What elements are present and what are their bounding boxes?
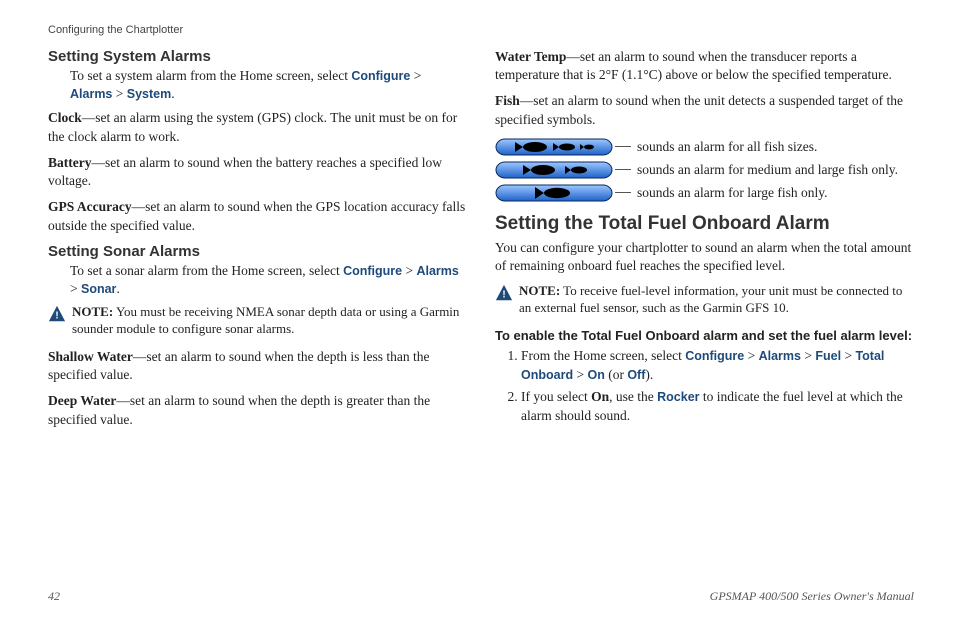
note-text: You must be receiving NMEA sonar depth d… xyxy=(72,304,459,336)
clock-item: Clock—set an alarm using the system (GPS… xyxy=(48,109,467,145)
sonar-alarms-intro: To set a sonar alarm from the Home scree… xyxy=(70,262,467,298)
svg-text:!: ! xyxy=(55,311,58,322)
fish-icon-ml xyxy=(495,160,613,180)
fish-all-label: sounds an alarm for all fish sizes. xyxy=(637,139,817,155)
fish-row-all: sounds an alarm for all fish sizes. xyxy=(495,137,914,157)
note-label: NOTE: xyxy=(72,304,113,319)
fish-term: Fish xyxy=(495,93,520,108)
page-number: 42 xyxy=(48,589,60,604)
battery-desc: —set an alarm to sound when the battery … xyxy=(48,155,442,188)
heading-fuel-alarm: Setting the Total Fuel Onboard Alarm xyxy=(495,213,914,235)
fish-item: Fish—set an alarm to sound when the unit… xyxy=(495,92,914,128)
path-fuel: Fuel xyxy=(815,349,841,363)
step2-a: If you select xyxy=(521,389,591,404)
step2-on: On xyxy=(591,389,609,404)
fish-desc: —set an alarm to sound when the unit det… xyxy=(495,93,903,126)
fish-ml-label: sounds an alarm for medium and large fis… xyxy=(637,162,898,178)
note-icon: ! xyxy=(495,284,513,302)
gps-term: GPS Accuracy xyxy=(48,199,132,214)
fuel-note: ! NOTE: To receive fuel-level informatio… xyxy=(495,283,914,317)
page-footer: 42 GPSMAP 400/500 Series Owner's Manual xyxy=(48,589,914,604)
path-configure: Configure xyxy=(685,349,744,363)
path-sonar: Sonar xyxy=(81,282,116,296)
step1-end: ). xyxy=(645,367,653,382)
fish-l-label: sounds an alarm for large fish only. xyxy=(637,185,827,201)
watertemp-item: Water Temp—set an alarm to sound when th… xyxy=(495,48,914,84)
fish-row-l: sounds an alarm for large fish only. xyxy=(495,183,914,203)
watertemp-term: Water Temp xyxy=(495,49,566,64)
shallow-term: Shallow Water xyxy=(48,349,133,364)
two-column-layout: Setting System Alarms To set a system al… xyxy=(48,42,914,437)
path-alarms: Alarms xyxy=(70,87,112,101)
path-alarms: Alarms xyxy=(416,264,458,278)
intro-text: To set a sonar alarm from the Home scree… xyxy=(70,263,343,278)
note-label: NOTE: xyxy=(519,283,560,298)
note-text: To receive fuel-level information, your … xyxy=(519,283,902,315)
fish-row-ml: sounds an alarm for medium and large fis… xyxy=(495,160,914,180)
deep-term: Deep Water xyxy=(48,393,116,408)
leader-line xyxy=(615,169,631,170)
step-1: From the Home screen, select Configure >… xyxy=(521,347,914,385)
running-header: Configuring the Chartplotter xyxy=(48,24,914,36)
left-column: Setting System Alarms To set a system al… xyxy=(48,42,467,437)
heading-sonar-alarms: Setting Sonar Alarms xyxy=(48,243,467,260)
shallow-item: Shallow Water—set an alarm to sound when… xyxy=(48,348,467,384)
step1-or: (or xyxy=(605,367,628,382)
manual-title: GPSMAP 400/500 Series Owner's Manual xyxy=(710,589,914,604)
path-on: On xyxy=(587,368,604,382)
svg-text:!: ! xyxy=(502,290,505,301)
fish-icon-all xyxy=(495,137,613,157)
enable-heading: To enable the Total Fuel Onboard alarm a… xyxy=(495,327,914,345)
clock-term: Clock xyxy=(48,110,82,125)
step1-pre: From the Home screen, select xyxy=(521,348,685,363)
battery-term: Battery xyxy=(48,155,91,170)
intro-text: To set a system alarm from the Home scre… xyxy=(70,68,351,83)
path-alarms: Alarms xyxy=(759,349,801,363)
path-configure: Configure xyxy=(351,69,410,83)
heading-system-alarms: Setting System Alarms xyxy=(48,48,467,65)
path-system: System xyxy=(127,87,171,101)
deep-item: Deep Water—set an alarm to sound when th… xyxy=(48,392,467,428)
clock-desc: —set an alarm using the system (GPS) clo… xyxy=(48,110,457,143)
step-2: If you select On, use the Rocker to indi… xyxy=(521,388,914,426)
fish-icon-l xyxy=(495,183,613,203)
step2-b: , use the xyxy=(609,389,657,404)
fuel-intro: You can configure your chartplotter to s… xyxy=(495,239,914,275)
right-column: Water Temp —set an alarm to sound when th… xyxy=(495,42,914,437)
battery-item: Battery—set an alarm to sound when the b… xyxy=(48,154,467,190)
note-icon: ! xyxy=(48,305,66,323)
step2-rocker: Rocker xyxy=(657,390,699,404)
leader-line xyxy=(615,192,631,193)
gps-item: GPS Accuracy—set an alarm to sound when … xyxy=(48,198,467,234)
path-configure: Configure xyxy=(343,264,402,278)
path-off: Off xyxy=(627,368,645,382)
note-body: NOTE: You must be receiving NMEA sonar d… xyxy=(72,304,467,338)
system-alarms-intro: To set a system alarm from the Home scre… xyxy=(70,67,467,103)
sonar-note: ! NOTE: You must be receiving NMEA sonar… xyxy=(48,304,467,338)
fuel-steps: From the Home screen, select Configure >… xyxy=(495,347,914,427)
leader-line xyxy=(615,146,631,147)
note-body: NOTE: To receive fuel-level information,… xyxy=(519,283,914,317)
